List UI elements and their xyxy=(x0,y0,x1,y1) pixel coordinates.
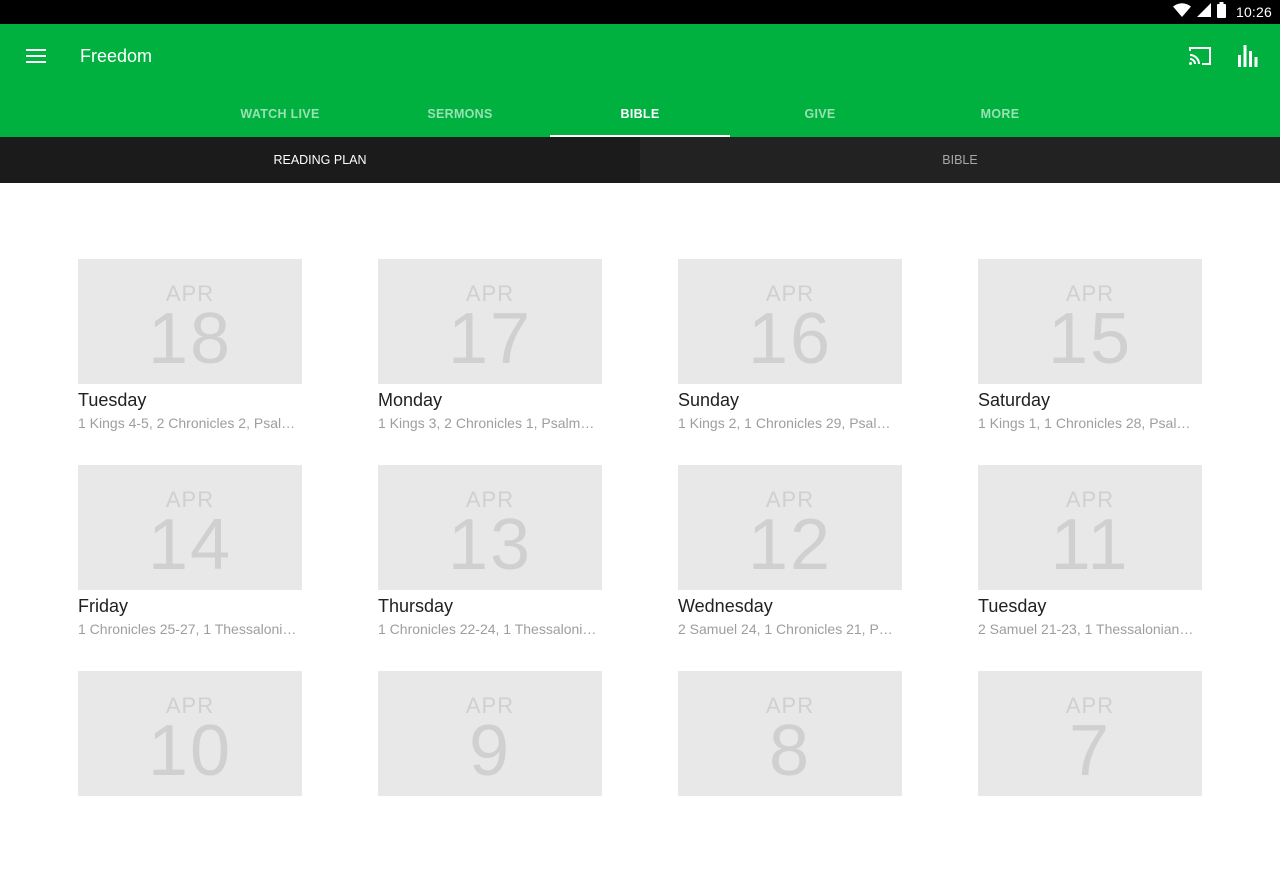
main-tabs: WATCH LIVE SERMONS BIBLE GIVE MORE xyxy=(190,90,1090,137)
date-tile: APR 16 xyxy=(678,259,902,384)
reading-plan-card[interactable]: APR 10 xyxy=(78,671,302,877)
card-weekday: Sunday xyxy=(678,390,740,410)
card-weekday: Tuesday xyxy=(78,390,147,410)
status-bar: 10:26 xyxy=(0,0,1280,24)
reading-plan-card[interactable]: APR 16 Sunday 1 Kings 2, 1 Chronicles 29… xyxy=(678,259,902,465)
card-readings: 2 Samuel 21-23, 1 Thessalonian… xyxy=(978,621,1194,637)
tile-day: 8 xyxy=(768,711,812,791)
reading-plan-card[interactable]: APR 8 xyxy=(678,671,902,877)
date-tile: APR 12 xyxy=(678,465,902,590)
card-readings: 1 Kings 3, 2 Chronicles 1, Psalm… xyxy=(378,415,595,431)
tile-day: 18 xyxy=(147,299,233,379)
wifi-icon xyxy=(1172,2,1191,22)
sub-tabs: READING PLAN BIBLE xyxy=(0,137,1280,183)
card-weekday: Monday xyxy=(378,390,443,410)
reading-plan-card[interactable]: APR 12 Wednesday 2 Samuel 24, 1 Chronicl… xyxy=(678,465,902,671)
status-time: 10:26 xyxy=(1235,4,1272,20)
app-title: Freedom xyxy=(80,46,153,66)
tab-give[interactable]: GIVE xyxy=(730,90,910,137)
tile-day: 15 xyxy=(1047,299,1133,379)
tile-day: 7 xyxy=(1068,711,1112,791)
tile-day: 10 xyxy=(147,711,233,791)
reading-plan-card[interactable]: APR 18 Tuesday 1 Kings 4-5, 2 Chronicles… xyxy=(78,259,302,465)
tile-day: 17 xyxy=(447,299,533,379)
reading-plan-card[interactable]: APR 7 xyxy=(978,671,1202,877)
card-weekday: Tuesday xyxy=(978,596,1047,616)
tile-day: 11 xyxy=(1050,505,1130,585)
date-tile: APR 14 xyxy=(78,465,302,590)
card-weekday: Saturday xyxy=(978,390,1051,410)
reading-plan-card[interactable]: APR 9 xyxy=(378,671,602,877)
cast-icon[interactable] xyxy=(1186,42,1214,70)
card-readings: 2 Samuel 24, 1 Chronicles 21, P… xyxy=(678,621,893,637)
app-bar: Freedom WATCH LIVE SERMONS BIBLE GIVE MO… xyxy=(0,24,1280,137)
card-weekday: Friday xyxy=(78,596,129,616)
hamburger-menu-icon[interactable] xyxy=(22,42,50,70)
subtab-reading-plan[interactable]: READING PLAN xyxy=(0,137,640,183)
tile-day: 13 xyxy=(447,505,533,585)
card-readings: 1 Kings 1, 1 Chronicles 28, Psal… xyxy=(978,415,1191,431)
status-icons: 10:26 xyxy=(1172,1,1272,23)
reading-plan-grid: APR 18 Tuesday 1 Kings 4-5, 2 Chronicles… xyxy=(78,259,1202,877)
tile-day: 14 xyxy=(147,505,233,585)
reading-plan-card[interactable]: APR 15 Saturday 1 Kings 1, 1 Chronicles … xyxy=(978,259,1202,465)
tab-bible[interactable]: BIBLE xyxy=(550,90,730,137)
card-readings: 1 Chronicles 25-27, 1 Thessaloni… xyxy=(78,621,297,637)
battery-icon xyxy=(1216,1,1226,23)
date-tile: APR 9 xyxy=(378,671,602,796)
reading-plan-card[interactable]: APR 13 Thursday 1 Chronicles 22-24, 1 Th… xyxy=(378,465,602,671)
stats-chart-icon[interactable] xyxy=(1234,42,1262,70)
tile-day: 16 xyxy=(747,299,833,379)
tile-day: 9 xyxy=(468,711,512,791)
date-tile: APR 8 xyxy=(678,671,902,796)
date-tile: APR 10 xyxy=(78,671,302,796)
tab-more[interactable]: MORE xyxy=(910,90,1090,137)
card-readings: 1 Kings 4-5, 2 Chronicles 2, Psal… xyxy=(78,415,296,431)
date-tile: APR 11 xyxy=(978,465,1202,590)
date-tile: APR 7 xyxy=(978,671,1202,796)
cell-signal-icon xyxy=(1196,2,1211,22)
date-tile: APR 18 xyxy=(78,259,302,384)
reading-plan-card[interactable]: APR 14 Friday 1 Chronicles 25-27, 1 Thes… xyxy=(78,465,302,671)
card-weekday: Wednesday xyxy=(678,596,773,616)
tab-sermons[interactable]: SERMONS xyxy=(370,90,550,137)
date-tile: APR 15 xyxy=(978,259,1202,384)
card-weekday: Thursday xyxy=(378,596,454,616)
date-tile: APR 13 xyxy=(378,465,602,590)
reading-plan-card[interactable]: APR 17 Monday 1 Kings 3, 2 Chronicles 1,… xyxy=(378,259,602,465)
card-readings: 1 Chronicles 22-24, 1 Thessaloni… xyxy=(378,621,597,637)
tile-day: 12 xyxy=(747,505,833,585)
reading-plan-card[interactable]: APR 11 Tuesday 2 Samuel 21-23, 1 Thessal… xyxy=(978,465,1202,671)
tab-watch-live[interactable]: WATCH LIVE xyxy=(190,90,370,137)
date-tile: APR 17 xyxy=(378,259,602,384)
subtab-bible[interactable]: BIBLE xyxy=(640,137,1280,183)
card-readings: 1 Kings 2, 1 Chronicles 29, Psal… xyxy=(678,415,891,431)
